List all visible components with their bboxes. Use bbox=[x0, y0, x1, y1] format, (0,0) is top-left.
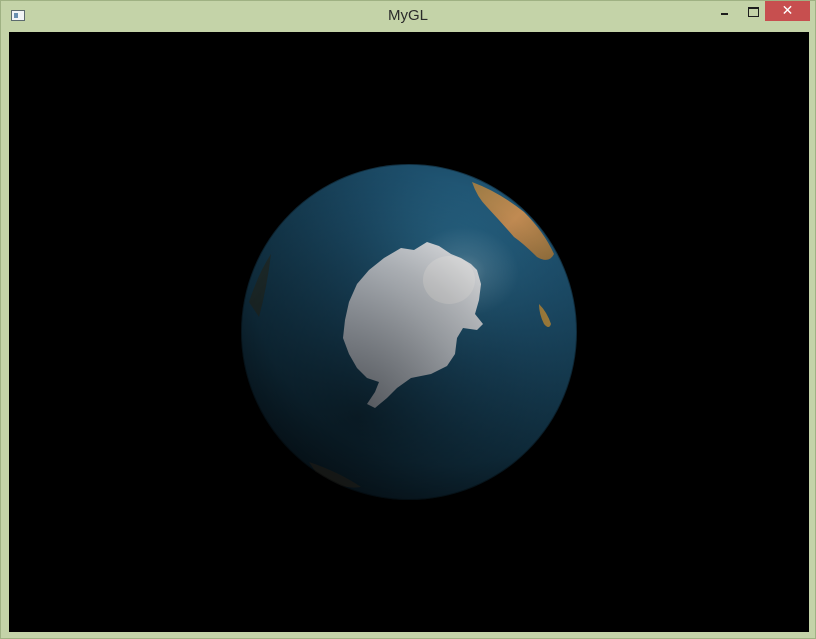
window-title: MyGL bbox=[387, 7, 428, 24]
close-button[interactable]: ✕ bbox=[765, 1, 810, 21]
earth-globe bbox=[240, 163, 578, 501]
gl-viewport[interactable] bbox=[9, 32, 809, 632]
app-window: MyGL ✕ bbox=[0, 0, 816, 639]
minimize-button[interactable] bbox=[710, 1, 737, 21]
title-bar[interactable]: MyGL ✕ bbox=[1, 1, 815, 31]
minimize-icon bbox=[721, 13, 728, 15]
close-icon: ✕ bbox=[781, 3, 794, 19]
globe-render bbox=[240, 163, 578, 501]
maximize-icon bbox=[748, 7, 759, 17]
maximize-button[interactable] bbox=[738, 1, 765, 21]
